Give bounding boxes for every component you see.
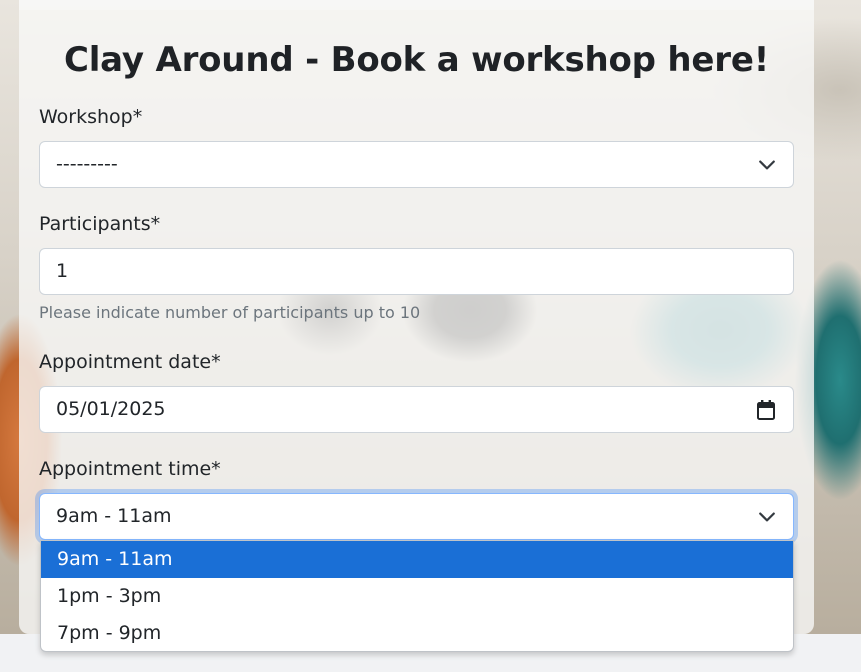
chevron-down-icon	[759, 160, 775, 170]
participants-input-value: 1	[56, 260, 69, 282]
booking-form-card: Clay Around - Book a workshop here! Work…	[19, 0, 814, 634]
workshop-select-value: ---------	[56, 153, 118, 175]
participants-help-text: Please indicate number of participants u…	[39, 303, 421, 322]
appointment-date-value: 05/01/2025	[56, 398, 166, 420]
appointment-time-select[interactable]: 9am - 11am	[39, 493, 794, 540]
participants-label: Participants*	[39, 213, 161, 235]
calendar-icon[interactable]	[756, 399, 776, 421]
workshop-label: Workshop*	[39, 106, 143, 128]
appointment-time-dropdown: 9am - 11am 1pm - 3pm 7pm - 9pm	[40, 540, 794, 652]
appointment-date-label: Appointment date*	[39, 351, 221, 373]
time-option-7pm-9pm[interactable]: 7pm - 9pm	[41, 615, 793, 651]
appointment-time-label: Appointment time*	[39, 458, 221, 480]
workshop-select[interactable]: ---------	[39, 141, 794, 188]
chevron-down-icon	[759, 512, 775, 522]
participants-input[interactable]: 1	[39, 248, 794, 295]
time-option-1pm-3pm[interactable]: 1pm - 3pm	[41, 578, 793, 615]
page-title: Clay Around - Book a workshop here!	[63, 40, 770, 80]
appointment-time-value: 9am - 11am	[56, 505, 172, 527]
appointment-date-input[interactable]: 05/01/2025	[39, 386, 794, 433]
time-option-9am-11am[interactable]: 9am - 11am	[41, 541, 793, 578]
